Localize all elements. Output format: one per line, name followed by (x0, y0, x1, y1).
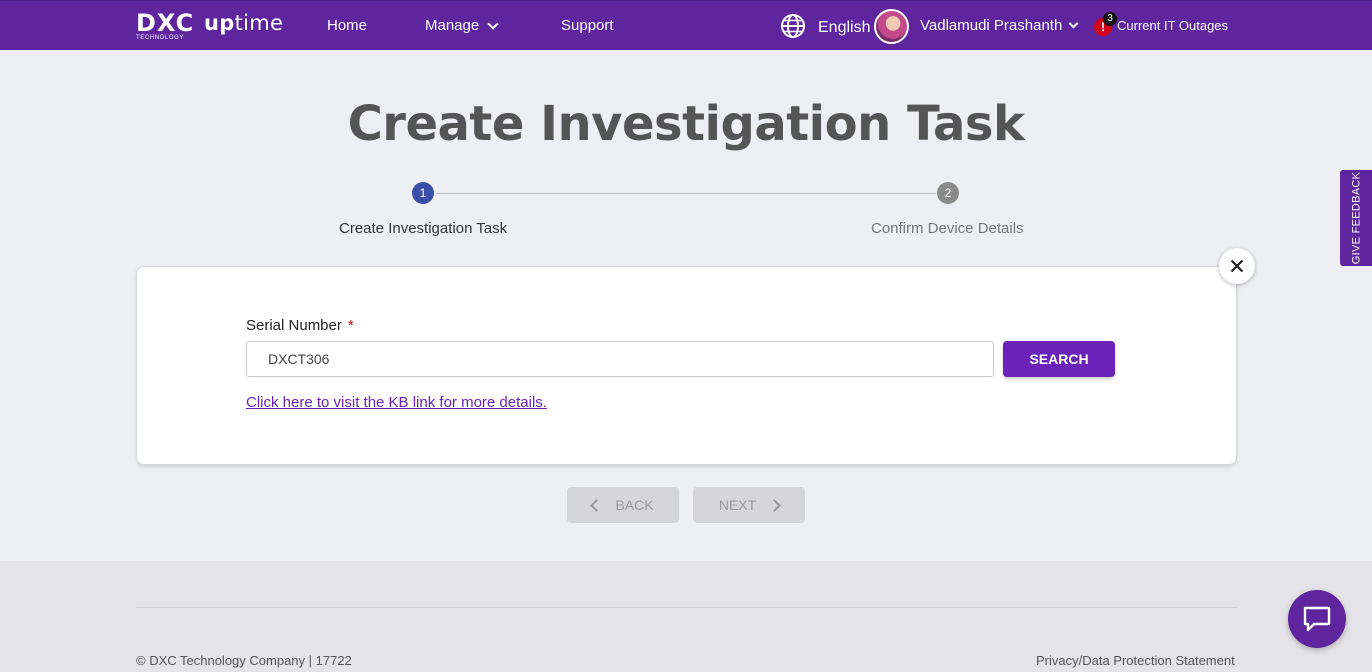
logo-text: DXC (136, 9, 195, 37)
dxc-logo[interactable]: DXC TECHNOLOGY (136, 9, 196, 45)
stepper-line (436, 193, 936, 194)
close-button[interactable] (1219, 248, 1255, 284)
avatar[interactable] (874, 9, 909, 44)
nav-support[interactable]: Support (561, 17, 614, 34)
chevron-right-icon (768, 498, 782, 512)
chevron-down-icon (1068, 18, 1079, 29)
serial-number-label: Serial Number * (246, 317, 354, 334)
give-feedback-tab[interactable]: GIVE FEEDBACK (1340, 170, 1372, 266)
nav-manage-label: Manage (425, 17, 480, 34)
copyright-text: © DXC Technology Company | 17722 (136, 653, 352, 668)
serial-number-input[interactable] (246, 341, 994, 377)
uptime-logo[interactable]: uptime (204, 11, 283, 35)
required-marker: * (347, 317, 354, 334)
chat-icon (1303, 606, 1331, 632)
next-button-label: NEXT (718, 497, 757, 513)
footer-divider (136, 607, 1237, 608)
give-feedback-label: GIVE FEEDBACK (1350, 171, 1363, 265)
globe-icon[interactable] (780, 13, 806, 39)
back-button-label: BACK (615, 497, 654, 513)
search-button[interactable]: SEARCH (1003, 341, 1115, 377)
current-it-outages-link[interactable]: Current IT Outages (1117, 18, 1228, 33)
step-2-label: Confirm Device Details (871, 220, 1024, 237)
top-navigation-bar: DXC TECHNOLOGY uptime Home Manage Suppor… (0, 0, 1372, 50)
language-selector[interactable]: English (818, 19, 870, 37)
privacy-link[interactable]: Privacy/Data Protection Statement (1036, 653, 1235, 668)
nav-home[interactable]: Home (327, 17, 367, 34)
kb-link[interactable]: Click here to visit the KB link for more… (246, 394, 547, 411)
close-icon (1230, 259, 1244, 273)
chevron-left-icon (590, 498, 604, 512)
nav-manage[interactable]: Manage (425, 17, 499, 34)
step-1-indicator: 1 (412, 182, 434, 204)
user-name: Vadlamudi Prashanth (920, 17, 1063, 34)
step-1-label: Create Investigation Task (339, 220, 508, 237)
back-button[interactable]: BACK (567, 487, 679, 523)
step-2-indicator: 2 (937, 182, 959, 204)
user-menu[interactable]: Vadlamudi Prashanth (920, 17, 1079, 34)
page-title: Create Investigation Task (347, 96, 1025, 152)
serial-number-label-text: Serial Number (246, 317, 342, 334)
alert-count-badge: 3 (1103, 12, 1117, 26)
chat-button[interactable] (1288, 590, 1346, 648)
uptime-logo-rest: time (234, 11, 284, 35)
uptime-logo-bold: up (204, 11, 235, 35)
next-button[interactable]: NEXT (693, 487, 805, 523)
chevron-down-icon (487, 17, 499, 30)
